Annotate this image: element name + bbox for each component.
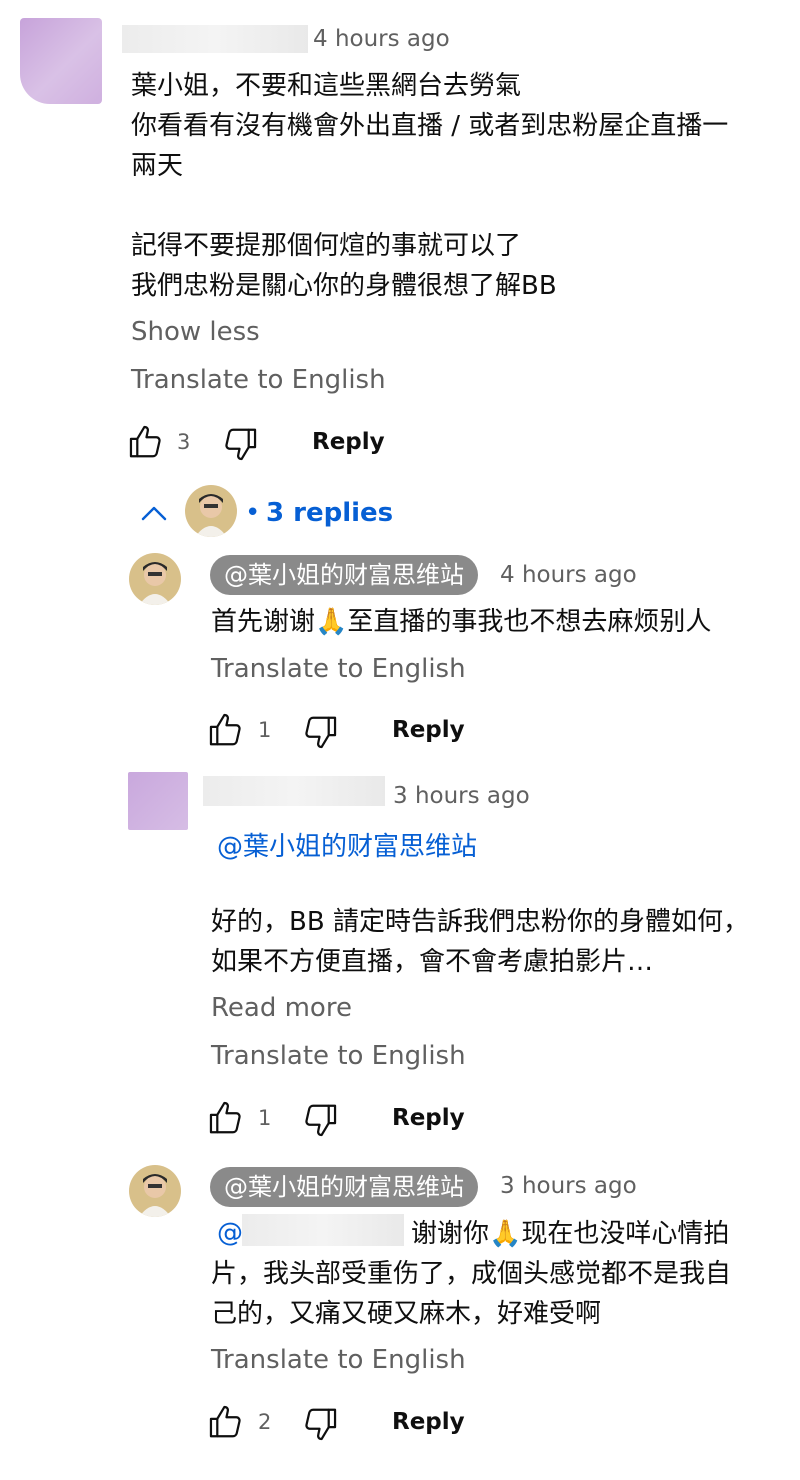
mention-link[interactable]: @ <box>217 1218 243 1248</box>
like-icon[interactable] <box>127 423 165 461</box>
reply-timestamp: 3 hours ago <box>500 1173 637 1199</box>
reply-button[interactable]: Reply <box>392 1409 465 1435</box>
comment-text: 葉小姐，不要和這些黑網台去勞氣 你看看有沒有機會外出直播 / 或者到忠粉屋企直播… <box>131 71 729 301</box>
reply-author-avatar[interactable] <box>129 553 181 605</box>
reply-author-avatar[interactable] <box>129 1165 181 1217</box>
reply-text: 首先谢谢🙏至直播的事我也不想去麻烦别人 <box>211 607 712 637</box>
reply-button[interactable]: Reply <box>392 1105 465 1131</box>
reply-button[interactable]: Reply <box>312 429 385 455</box>
reply-timestamp: 3 hours ago <box>393 783 530 809</box>
like-count: 1 <box>258 1106 272 1130</box>
like-icon[interactable] <box>207 1099 245 1137</box>
reply-text: 好的，BB 請定時告訴我們忠粉你的身體如何， 如果不方便直播，會不會考慮拍影片… <box>211 907 749 977</box>
dislike-icon[interactable] <box>221 425 259 463</box>
creator-avatar <box>185 485 237 537</box>
mention-link[interactable]: @葉小姐的财富思维站 <box>217 826 477 863</box>
translate-link[interactable]: Translate to English <box>131 365 386 395</box>
creator-author-chip[interactable]: @葉小姐的财富思维站 <box>210 555 478 595</box>
like-count: 3 <box>177 430 191 454</box>
translate-link[interactable]: Translate to English <box>211 1345 466 1375</box>
like-count: 1 <box>258 718 272 742</box>
reply-author-name-redacted <box>203 776 385 806</box>
replies-dot: • <box>245 498 261 528</box>
creator-author-chip[interactable]: @葉小姐的财富思维站 <box>210 1167 478 1207</box>
chevron-up-icon[interactable] <box>140 503 168 523</box>
mention-name-redacted <box>242 1214 404 1246</box>
like-icon[interactable] <box>207 711 245 749</box>
comment-timestamp: 4 hours ago <box>313 26 450 52</box>
translate-link[interactable]: Translate to English <box>211 1041 466 1071</box>
read-more-link[interactable]: Read more <box>211 993 352 1023</box>
reply-timestamp: 4 hours ago <box>500 562 637 588</box>
dislike-icon[interactable] <box>301 1405 339 1443</box>
like-count: 2 <box>258 1410 272 1434</box>
replies-count-label[interactable]: 3 replies <box>266 498 393 528</box>
reply-author-avatar-redacted[interactable] <box>128 772 188 830</box>
commenter-avatar[interactable] <box>20 18 102 104</box>
reply-text: 片，我头部受重伤了，成個头感觉都不是我自 己的，又痛又硬又麻木，好难受啊 <box>211 1259 732 1329</box>
reply-text-first-line: 谢谢你🙏现在也没咩心情拍 <box>411 1219 730 1249</box>
show-less-link[interactable]: Show less <box>131 317 260 347</box>
commenter-name-redacted <box>122 25 308 53</box>
dislike-icon[interactable] <box>301 713 339 751</box>
reply-button[interactable]: Reply <box>392 717 465 743</box>
like-icon[interactable] <box>207 1403 245 1441</box>
dislike-icon[interactable] <box>301 1101 339 1139</box>
translate-link[interactable]: Translate to English <box>211 654 466 684</box>
